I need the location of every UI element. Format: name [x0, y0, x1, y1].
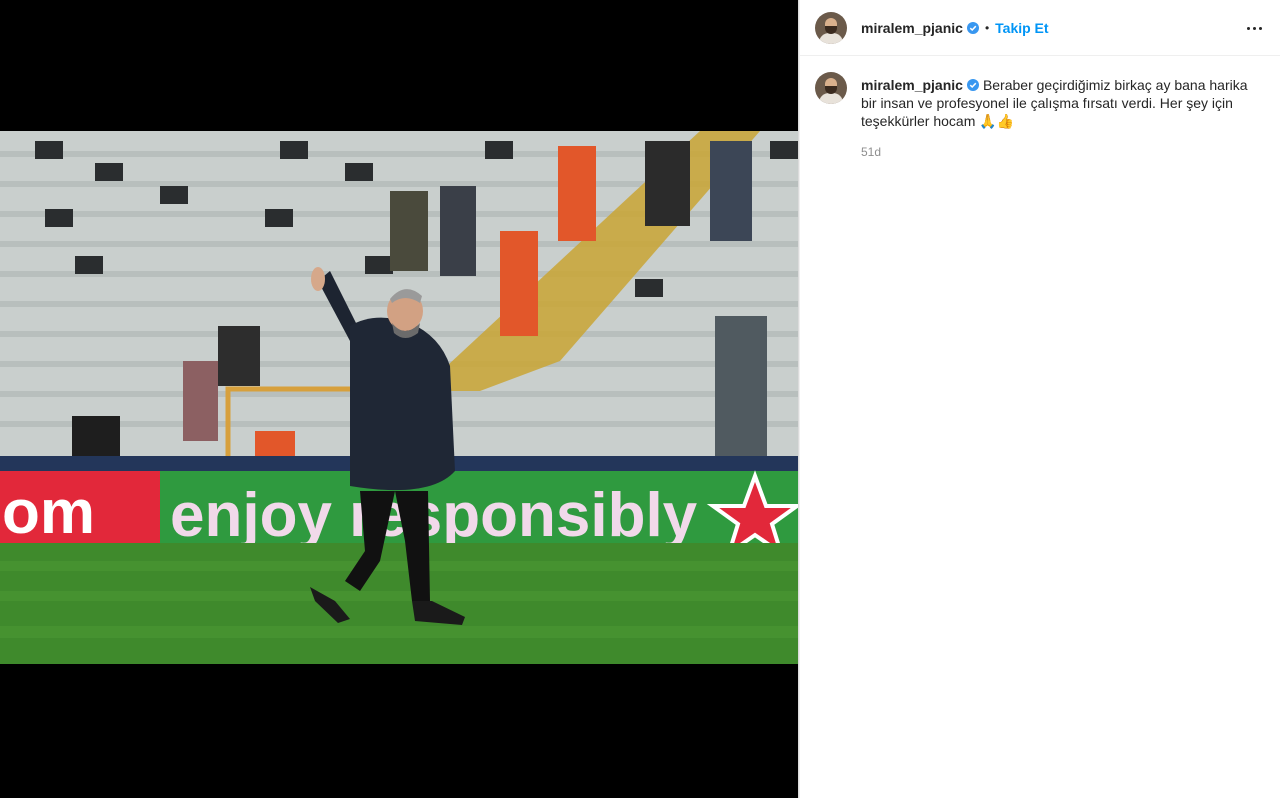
post-photo[interactable]: om enjoy responsibly [0, 131, 798, 664]
avatar[interactable] [815, 72, 847, 104]
avatar[interactable] [815, 11, 847, 44]
caption-emojis: 🙏👍 [979, 114, 1015, 130]
caption-comment: miralem_pjanic Beraber geçirdiğimiz birk… [799, 56, 1280, 161]
post-dialog: om enjoy responsibly miralem_pjanic • Ta… [0, 0, 1280, 798]
header-user: miralem_pjanic • Takip Et [861, 20, 1049, 36]
post-sidebar: miralem_pjanic • Takip Et miralem_pjanic [798, 0, 1280, 798]
banner-left-text: om [2, 478, 95, 547]
post-header: miralem_pjanic • Takip Et [799, 0, 1280, 56]
separator-dot: • [984, 20, 990, 35]
verified-badge-icon [966, 21, 979, 34]
divider [799, 0, 800, 798]
media-pane: om enjoy responsibly [0, 0, 798, 798]
header-username[interactable]: miralem_pjanic [861, 20, 963, 36]
follow-button[interactable]: Takip Et [995, 20, 1048, 36]
caption-username[interactable]: miralem_pjanic [861, 77, 963, 93]
post-age[interactable]: 51d [861, 143, 1251, 161]
banner-text: enjoy responsibly [170, 481, 698, 550]
verified-badge-icon [966, 79, 979, 91]
more-options-icon[interactable] [1242, 16, 1266, 40]
caption-body: miralem_pjanic Beraber geçirdiğimiz birk… [861, 76, 1251, 161]
